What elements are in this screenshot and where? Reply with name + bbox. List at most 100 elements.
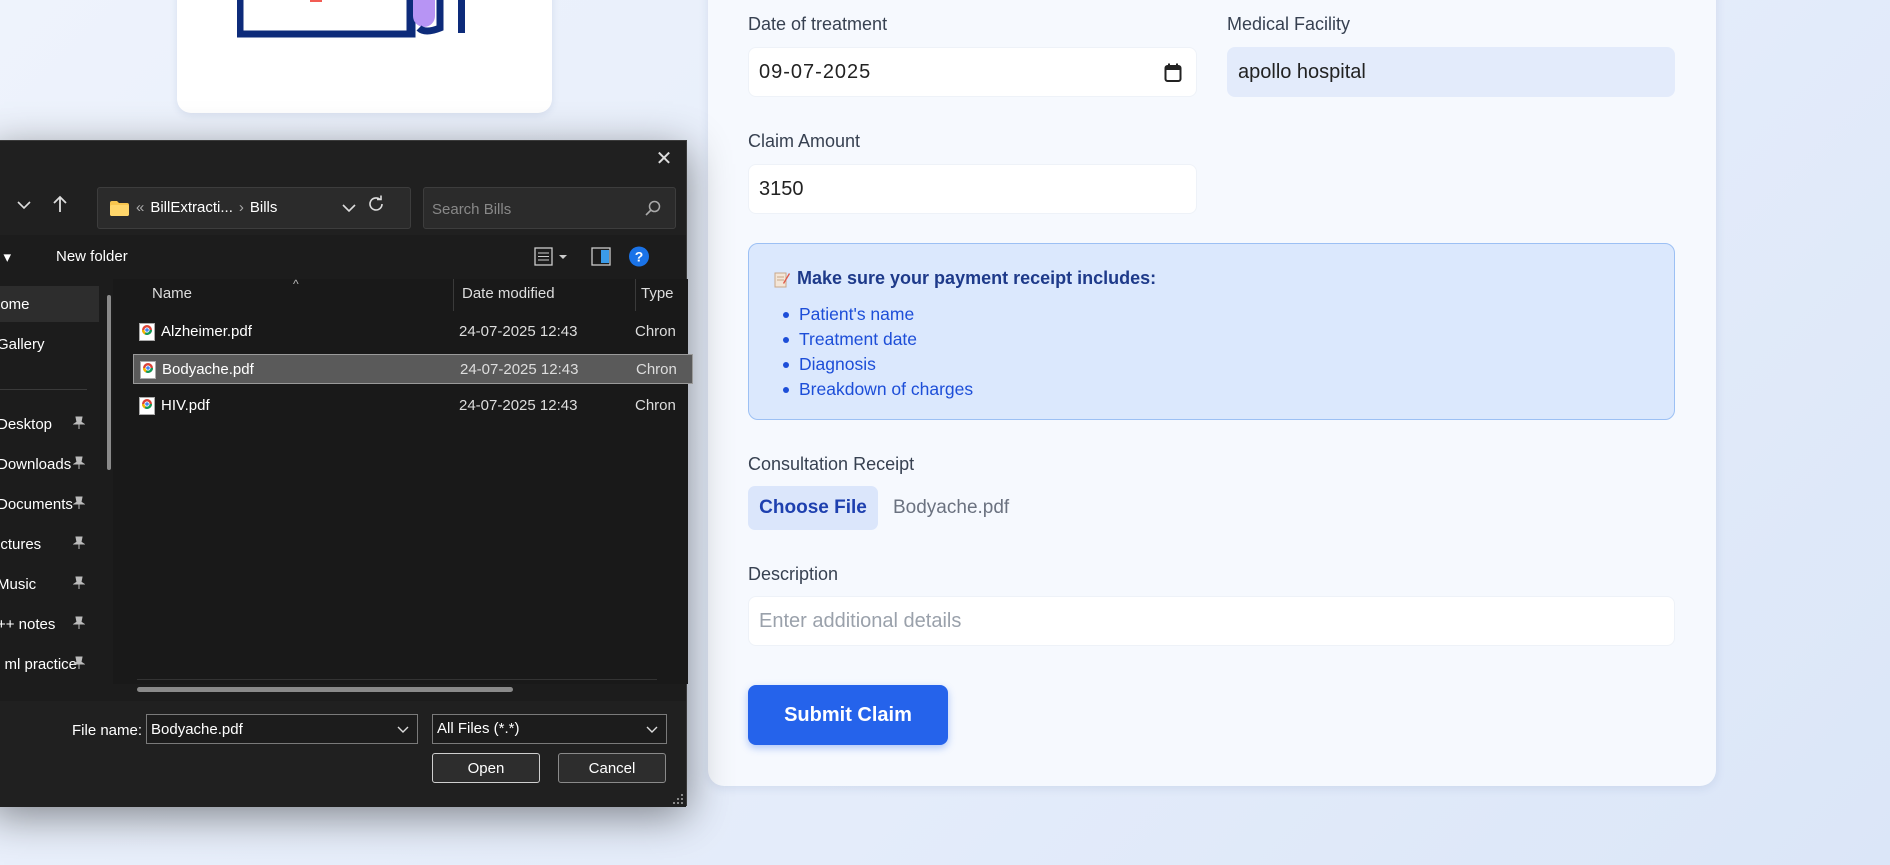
address-bar[interactable]: «BillExtracti... › Bills [97, 187, 411, 229]
file-name: Bodyache.pdf [162, 361, 254, 378]
facility-label: Medical Facility [1227, 14, 1351, 34]
organize-button[interactable]: e ▾ [0, 248, 12, 266]
chrome-pdf-icon [139, 323, 155, 341]
file-type: Chron [635, 397, 676, 414]
file-type-value: All Files (*.*) [437, 720, 520, 737]
pin-icon [73, 536, 85, 549]
dialog-titlebar: ✕ [0, 141, 686, 177]
breadcrumb-item[interactable]: Bills [250, 199, 278, 216]
command-bar: e ▾ New folder ? [0, 235, 686, 279]
file-name-label: File name: [72, 722, 143, 739]
chosen-file-name: Bodyache.pdf [893, 497, 1010, 518]
choose-file-button[interactable]: Choose File [748, 486, 878, 530]
column-header-name[interactable]: Name [152, 285, 192, 302]
pin-icon [73, 656, 85, 669]
sort-ascending-icon: ^ [293, 277, 299, 291]
file-date: 24-07-2025 12:43 [459, 323, 578, 340]
nav-scrollbar[interactable] [107, 295, 111, 470]
date-label: Date of treatment [748, 14, 888, 34]
info-list: Patient's name Treatment date Diagnosis … [782, 302, 973, 402]
nav-item-desktop[interactable]: Desktop [0, 406, 99, 442]
description-label: Description [748, 564, 839, 584]
chevron-down-icon[interactable] [397, 726, 409, 734]
nav-item-gallery[interactable]: Gallery [0, 326, 99, 362]
column-header-type[interactable]: Type [641, 285, 674, 302]
column-header-date[interactable]: Date modified [462, 285, 555, 302]
file-name-input[interactable] [151, 719, 381, 739]
info-item: Treatment date [782, 327, 973, 352]
recent-dropdown-icon[interactable] [17, 201, 31, 210]
file-list-pane: ^ Name Date modified Type Alzheimer.pdf … [113, 277, 693, 684]
file-name-field[interactable] [146, 714, 418, 744]
view-options-icon[interactable]: ? [533, 245, 673, 269]
submit-claim-button[interactable]: Submit Claim [748, 685, 948, 745]
description-placeholder: Enter additional details [759, 609, 962, 632]
chevron-down-icon[interactable] [342, 204, 356, 213]
nav-item-notes[interactable]: ++ notes [0, 606, 99, 642]
refresh-icon[interactable] [367, 195, 385, 213]
calendar-icon[interactable] [1164, 63, 1182, 83]
horizontal-scrollbar[interactable] [137, 687, 513, 692]
pin-icon [73, 576, 85, 589]
dialog-footer: File name: All Files (*.*) Open Cancel [0, 701, 686, 807]
receipt-info-box: Make sure your payment receipt includes:… [748, 243, 1675, 420]
file-name: Alzheimer.pdf [161, 323, 252, 340]
nav-item-pictures[interactable]: ictures [0, 526, 99, 562]
nav-divider [0, 389, 87, 390]
navigation-pane: lome Gallery Desktop Downloads Documents… [0, 279, 99, 684]
file-row-selected[interactable]: Bodyache.pdf 24-07-2025 12:43 Chron [133, 354, 693, 384]
file-type-select[interactable]: All Files (*.*) [432, 714, 667, 744]
search-box[interactable] [423, 187, 676, 229]
column-divider[interactable] [635, 279, 636, 311]
pin-icon [73, 416, 85, 429]
amount-value: 3150 [759, 177, 804, 200]
open-button[interactable]: Open [432, 753, 540, 783]
resize-grip-icon[interactable] [672, 793, 684, 805]
chrome-pdf-icon [139, 397, 155, 415]
chrome-pdf-icon [140, 361, 156, 379]
info-item: Diagnosis [782, 352, 973, 377]
amount-input[interactable]: 3150 [748, 164, 1197, 214]
dialog-nav-row: › «BillExtracti...›Bills [0, 177, 686, 235]
file-type: Chron [635, 323, 676, 340]
facility-input[interactable]: apollo hospital [1227, 47, 1675, 97]
breadcrumb: «BillExtracti... › Bills [136, 199, 278, 216]
pin-icon [73, 456, 85, 469]
search-input[interactable] [432, 198, 632, 220]
scroll-track [137, 679, 657, 680]
new-folder-button[interactable]: New folder [56, 248, 128, 265]
up-arrow-icon[interactable] [52, 195, 68, 213]
folder-icon [110, 201, 129, 216]
date-input[interactable]: 09-07-2025 [748, 47, 1197, 97]
description-input[interactable]: Enter additional details [748, 596, 1675, 646]
logo-card [177, 0, 552, 113]
svg-text:?: ? [635, 249, 644, 265]
amount-label: Claim Amount [748, 131, 861, 151]
nav-item-music[interactable]: Music [0, 566, 99, 602]
medical-bag-logo-icon [237, 0, 465, 38]
nav-item-documents[interactable]: Documents [0, 486, 99, 522]
chevron-down-icon[interactable] [646, 726, 658, 734]
file-name: HIV.pdf [161, 397, 210, 414]
file-date: 24-07-2025 12:43 [460, 361, 579, 378]
close-icon[interactable]: ✕ [652, 147, 676, 171]
file-type: Chron [636, 361, 677, 378]
column-divider[interactable] [453, 279, 454, 311]
nav-item-downloads[interactable]: Downloads [0, 446, 99, 482]
file-open-dialog: ✕ › «BillExtracti...›Bills [0, 140, 693, 807]
date-value: 09-07-2025 [759, 60, 872, 83]
cancel-button[interactable]: Cancel [558, 753, 666, 783]
file-date: 24-07-2025 12:43 [459, 397, 578, 414]
nav-item-ml-practice[interactable]: i ml practice [0, 646, 99, 682]
nav-item-home[interactable]: lome [0, 286, 99, 322]
pin-icon [73, 496, 85, 509]
breadcrumb-item[interactable]: BillExtracti... [150, 199, 233, 216]
receipt-label: Consultation Receipt [748, 454, 915, 474]
info-item: Breakdown of charges [782, 377, 973, 402]
search-icon [645, 200, 661, 216]
info-title: Make sure your payment receipt includes: [797, 268, 1157, 288]
info-item: Patient's name [782, 302, 973, 327]
pin-icon [73, 616, 85, 629]
file-row[interactable]: Alzheimer.pdf 24-07-2025 12:43 Chron [133, 317, 693, 347]
file-row[interactable]: HIV.pdf 24-07-2025 12:43 Chron [133, 391, 693, 421]
